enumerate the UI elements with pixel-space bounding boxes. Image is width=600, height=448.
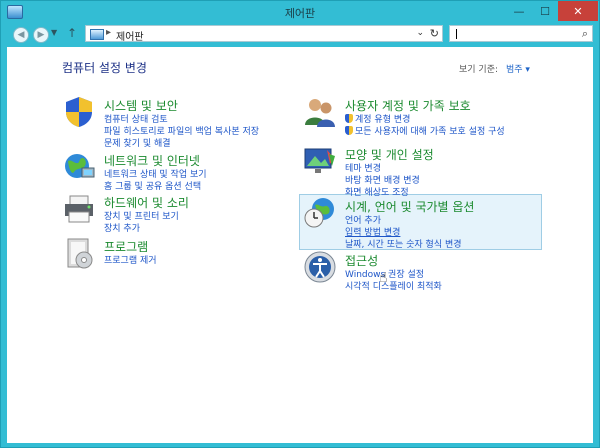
view-by-dropdown[interactable]: 범주 ▾: [506, 62, 530, 75]
forward-button[interactable]: ▶: [33, 27, 49, 43]
hand-cursor-icon: ☝: [379, 270, 388, 286]
category-link[interactable]: 장치 추가: [104, 221, 140, 234]
printer-icon[interactable]: [62, 192, 96, 226]
control-panel-window: 제어판 — ☐ ✕ ◀ ▶ ▼ ↑ ▸ 제어판 ⌄ ↻ ⌕ 컴퓨터 설정 변경 …: [0, 0, 600, 448]
category-link[interactable]: 시각적 디스플레이 최적화: [345, 279, 442, 292]
breadcrumb-item[interactable]: 제어판: [116, 28, 144, 43]
clock-globe-icon[interactable]: [303, 196, 337, 230]
category-link[interactable]: 프로그램 제거: [104, 253, 157, 266]
monitor-icon[interactable]: [303, 144, 337, 178]
globe-network-icon[interactable]: [62, 150, 96, 184]
search-icon[interactable]: ⌕: [582, 27, 588, 41]
ease-of-access-icon[interactable]: [303, 250, 337, 284]
shield-icon[interactable]: [62, 95, 96, 129]
uac-shield-icon: [345, 126, 353, 135]
recent-locations-dropdown[interactable]: ▼: [51, 28, 57, 37]
control-panel-icon: [90, 29, 104, 40]
link-text[interactable]: 모든 사용자에 대해 가족 보호 설정 구성: [355, 127, 505, 137]
programs-icon[interactable]: [62, 236, 96, 270]
search-input[interactable]: ⌕: [449, 25, 593, 42]
address-bar[interactable]: ▸ 제어판 ⌄ ↻: [85, 25, 443, 43]
maximize-button[interactable]: ☐: [532, 1, 558, 21]
page-title: 컴퓨터 설정 변경: [62, 61, 147, 75]
minimize-button[interactable]: —: [506, 1, 532, 21]
up-button[interactable]: ↑: [67, 26, 77, 40]
refresh-icon[interactable]: ↻: [430, 27, 439, 40]
control-panel-content: 컴퓨터 설정 변경 보기 기준: 범주 ▾ 시스템 및 보안 컴퓨터 상태 검토…: [7, 47, 593, 443]
view-by-label: 보기 기준:: [459, 65, 499, 75]
breadcrumb-separator[interactable]: ▸: [106, 27, 111, 38]
text-caret: [456, 29, 457, 39]
back-button[interactable]: ◀: [13, 27, 29, 43]
title-bar[interactable]: 제어판 — ☐ ✕: [1, 1, 599, 23]
category-link[interactable]: 화면 해상도 조정: [345, 185, 409, 198]
chevron-down-icon[interactable]: ⌄: [416, 28, 424, 38]
navigation-bar: ◀ ▶ ▼ ↑ ▸ 제어판 ⌄ ↻ ⌕: [7, 23, 593, 45]
category-link[interactable]: 모든 사용자에 대해 가족 보호 설정 구성: [345, 124, 505, 137]
category-link[interactable]: 문제 찾기 및 해결: [104, 136, 171, 149]
category-link[interactable]: 홈 그룹 및 공유 옵션 선택: [104, 179, 201, 192]
users-icon[interactable]: [303, 95, 337, 129]
category-link[interactable]: 날짜, 시간 또는 숫자 형식 변경: [345, 237, 462, 250]
uac-shield-icon: [345, 114, 353, 123]
close-button[interactable]: ✕: [558, 1, 598, 21]
